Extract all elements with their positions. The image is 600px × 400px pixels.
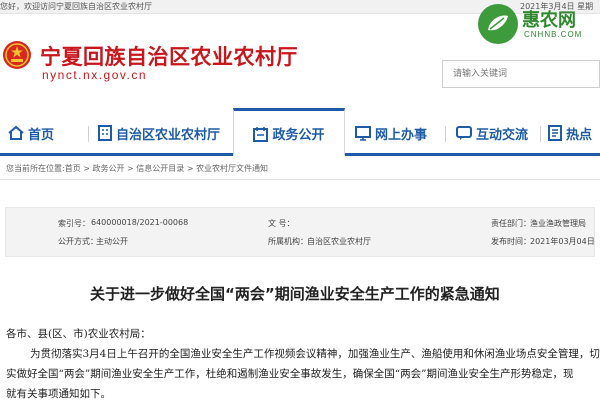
article-paragraph-line: 就有关事项通知如下。 — [6, 388, 111, 400]
meta-dept-label: 责任部门： — [491, 219, 531, 228]
article-salutation: 各市、县(区、市)农业农村局： — [6, 328, 151, 340]
nav-item-label: 政务公开 — [272, 128, 325, 143]
nav-item-label: 互动交流 — [476, 127, 529, 143]
watermark-logo: 惠农网 CNHNB.COM — [478, 4, 600, 44]
nav-divider — [88, 126, 89, 142]
monitor-icon — [355, 126, 371, 141]
nav-item-interaction[interactable]: 互动交流 — [456, 110, 528, 156]
nav-divider — [445, 126, 446, 142]
nav-item-gov-affairs[interactable]: 政务公开 — [233, 108, 345, 156]
meta-index-label: 索引号： — [58, 219, 90, 228]
article-title: 关于进一步做好全国“两会”期间渔业安全生产工作的紧急通知 — [90, 285, 500, 303]
search-input[interactable] — [442, 60, 600, 88]
watermark-brand: 惠农网 — [522, 10, 576, 31]
nav-item-department[interactable]: 自治区农业农村厅 — [98, 110, 220, 156]
meta-doc-no-label: 文 号： — [268, 219, 295, 228]
article-paragraph-line: 实做好全国“两会”期间渔业安全生产工作，杜绝和遏制渔业安全事故发生，确保全国“两… — [6, 368, 574, 380]
document-icon — [548, 125, 562, 141]
meta-agency-label: 所属机构： — [268, 237, 308, 246]
building-icon — [98, 125, 112, 141]
meta-method-label: 公开方式： — [58, 237, 98, 246]
document-meta-box: 索引号： 640000018/2021-00068 文 号： 责任部门： 渔业渔… — [5, 207, 595, 257]
meta-agency-value: 自治区农业农村厅 — [307, 237, 371, 246]
nav-item-hotspot[interactable]: 热点 — [548, 110, 592, 156]
meta-date-value: 2021年03月04日 — [530, 237, 595, 246]
nav-item-label: 首页 — [28, 127, 55, 143]
main-nav: 首页 自治区农业农村厅 政务公开 网上办事 互动交流 热点 — [0, 104, 600, 156]
national-emblem-icon — [3, 41, 31, 69]
home-icon — [8, 125, 24, 140]
breadcrumb: 您当前所在位置:首页 > 政务公开 > 信息公开目录 > 农业农村厅文件通知 — [6, 164, 269, 173]
meta-method-value: 主动公开 — [96, 237, 128, 246]
meta-date-label: 发布时间： — [491, 237, 531, 246]
chat-icon — [456, 126, 472, 140]
nav-item-label: 自治区农业农村厅 — [116, 127, 221, 143]
welcome-text: 您好，欢迎访问宁夏回族自治区农业农村厅 — [0, 2, 152, 11]
meta-dept-value: 渔业渔政管理局 — [530, 219, 586, 228]
divider — [0, 179, 600, 180]
nav-item-home[interactable]: 首页 — [8, 110, 54, 156]
meta-index-value: 640000018/2021-00068 — [91, 218, 189, 227]
site-domain: nynct.nx.gov.cn — [42, 68, 147, 82]
nav-item-label: 网上办事 — [375, 127, 428, 143]
article-paragraph-line: 为贯彻落实3月4日上午召开的全国渔业安全生产工作视频会议精神，加强渔业生产、渔船… — [30, 348, 600, 360]
nav-item-label: 热点 — [566, 127, 593, 143]
leaf-logo-icon — [478, 4, 518, 44]
calendar-icon — [253, 126, 269, 142]
site-title: 宁夏回族自治区农业农村厅 — [40, 45, 298, 69]
watermark-sub: CNHNB.COM — [524, 30, 583, 39]
nav-item-online-service[interactable]: 网上办事 — [355, 110, 427, 156]
nav-divider — [540, 126, 541, 142]
